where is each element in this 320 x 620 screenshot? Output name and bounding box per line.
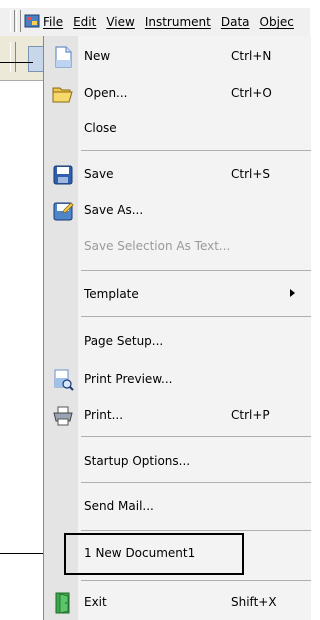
menu-item-label: Exit xyxy=(84,595,107,609)
shortcut-label: Ctrl+P xyxy=(231,408,270,422)
save-disk-icon xyxy=(53,165,73,185)
shortcut-label: Ctrl+O xyxy=(231,86,272,100)
menu-item-close[interactable]: Close xyxy=(44,114,311,144)
new-document-icon xyxy=(55,46,72,68)
menu-item-label: Open... xyxy=(84,86,128,100)
shortcut-label: Shift+X xyxy=(231,595,277,609)
menu-item-exit[interactable]: Exit Shift+X xyxy=(44,588,311,618)
toolbar-grip[interactable] xyxy=(10,42,16,72)
menu-item-print-preview[interactable]: Print Preview... xyxy=(44,365,311,395)
app-icon[interactable] xyxy=(24,13,40,29)
save-as-icon xyxy=(53,202,74,221)
menu-item-label: Print Preview... xyxy=(84,372,173,386)
menu-item-label: Save Selection As Text... xyxy=(84,239,231,253)
print-preview-icon xyxy=(54,369,74,391)
exit-door-icon xyxy=(55,592,70,614)
menu-separator xyxy=(81,436,311,437)
recent-file-highlight-box xyxy=(64,533,244,575)
toolbar-button[interactable] xyxy=(28,46,44,72)
menu-bar: File Edit View Instrument Data Objec xyxy=(0,8,310,36)
menu-item-save[interactable]: Save Ctrl+S xyxy=(44,160,311,190)
menu-instrument[interactable]: Instrument xyxy=(145,15,211,29)
menu-separator xyxy=(81,530,311,531)
toolbar-grip[interactable] xyxy=(16,10,21,32)
menu-item-template[interactable]: Template xyxy=(44,280,311,310)
menu-item-label: Startup Options... xyxy=(84,454,191,468)
menu-item-save-selection-as-text: Save Selection As Text... xyxy=(44,232,311,262)
menu-edit[interactable]: Edit xyxy=(73,15,96,29)
menu-item-open[interactable]: Open... Ctrl+O xyxy=(44,79,311,109)
menu-object[interactable]: Objec xyxy=(260,15,294,29)
menu-item-save-as[interactable]: Save As... xyxy=(44,196,311,226)
menu-item-label: Save As... xyxy=(84,203,144,217)
menu-item-label: New xyxy=(84,49,111,63)
menu-separator xyxy=(81,316,311,317)
submenu-arrow-icon xyxy=(290,289,295,297)
menu-separator xyxy=(81,482,311,483)
callout-line-toolbar xyxy=(0,62,33,63)
menu-item-startup-options[interactable]: Startup Options... xyxy=(44,447,311,477)
printer-icon xyxy=(53,406,73,426)
menu-item-label: Print... xyxy=(84,408,124,422)
menu-item-print[interactable]: Print... Ctrl+P xyxy=(44,401,311,431)
shortcut-label: Ctrl+N xyxy=(231,49,272,63)
menu-item-label: Send Mail... xyxy=(84,499,154,513)
shortcut-label: Ctrl+S xyxy=(231,167,271,181)
menu-item-label: Save xyxy=(84,167,114,181)
menu-view[interactable]: View xyxy=(106,15,134,29)
menu-item-new[interactable]: New Ctrl+N xyxy=(44,42,311,72)
menu-item-send-mail[interactable]: Send Mail... xyxy=(44,492,311,522)
menu-item-label: Page Setup... xyxy=(84,334,164,348)
menu-separator xyxy=(81,580,311,581)
menu-data[interactable]: Data xyxy=(221,15,250,29)
menu-separator xyxy=(81,150,311,151)
menu-separator xyxy=(81,270,311,271)
toolbar-fragment xyxy=(0,36,44,81)
menu-item-label: Close xyxy=(84,121,117,135)
toolbar-grip[interactable] xyxy=(10,10,15,32)
menu-file[interactable]: File xyxy=(43,15,63,29)
menu-item-page-setup[interactable]: Page Setup... xyxy=(44,327,311,357)
menu-item-label: Template xyxy=(84,287,139,301)
open-folder-icon xyxy=(52,87,73,103)
